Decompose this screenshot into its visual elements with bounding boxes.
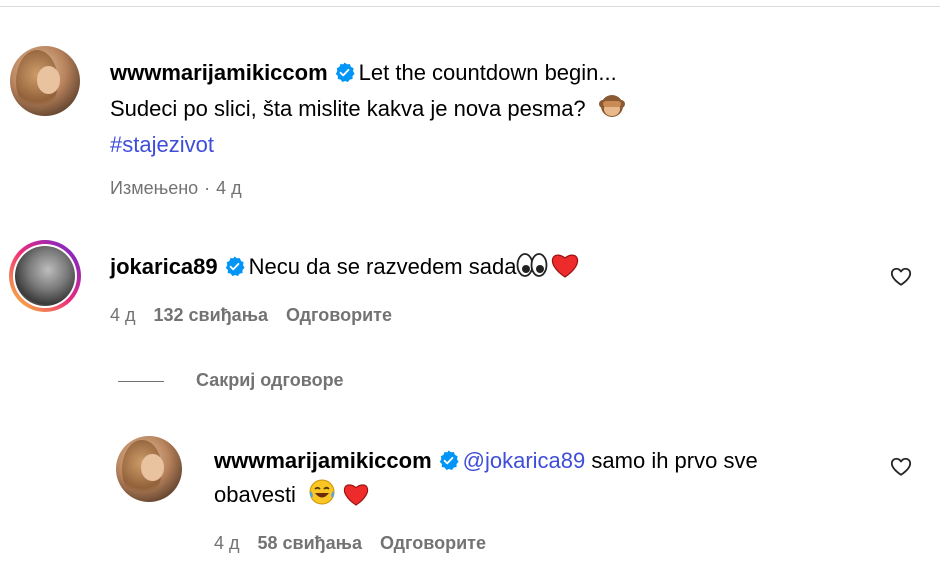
reply-text: samo ih prvo sve <box>591 448 758 473</box>
replies-divider-line <box>118 381 164 382</box>
verified-icon <box>335 62 355 83</box>
caption-meta: Измењено · 4 д <box>110 178 260 199</box>
avatar[interactable] <box>116 436 182 502</box>
hide-replies-button[interactable]: Сакриј одговоре <box>196 370 344 391</box>
timestamp[interactable]: 4 д <box>110 305 136 325</box>
caption-text: Let the countdown begin... <box>358 60 617 85</box>
like-heart-icon[interactable] <box>890 266 912 288</box>
hashtag-link[interactable]: #stajezivot <box>110 132 214 157</box>
caption-line-2: Sudeci po slici, šta mislite kakva je no… <box>110 92 626 126</box>
hashtag-line: #stajezivot <box>110 128 214 162</box>
reply-line-2: obavesti <box>214 478 370 512</box>
tears-of-joy-emoji-icon <box>309 479 335 505</box>
reply-meta: 4 д 58 свиђања Одговорите <box>214 533 504 554</box>
monkey-emoji-icon <box>598 95 625 117</box>
avatar-story-ring[interactable] <box>9 240 81 312</box>
verified-icon <box>439 450 459 471</box>
comment-meta: 4 д 132 свиђања Одговорите <box>110 305 410 326</box>
avatar[interactable] <box>10 46 80 116</box>
reply-button[interactable]: Одговорите <box>380 533 486 553</box>
username[interactable]: jokarica89 <box>110 254 218 279</box>
like-heart-icon[interactable] <box>890 456 912 478</box>
reply-button[interactable]: Одговорите <box>286 305 392 325</box>
eyes-emoji-icon <box>517 253 548 277</box>
verified-icon <box>225 256 245 277</box>
red-heart-icon <box>552 254 579 278</box>
caption-text-2: Sudeci po slici, šta mislite kakva je no… <box>110 96 586 121</box>
reply-text-2: obavesti <box>214 482 296 507</box>
mention-link[interactable]: @jokarica89 <box>463 448 586 473</box>
timestamp[interactable]: 4 д <box>214 533 240 553</box>
comment-text: Necu da se razvedem sada <box>248 254 517 279</box>
caption-line-1: wwwmarijamikiccom Let the countdown begin… <box>110 56 617 90</box>
reply-line-1: wwwmarijamikiccom @jokarica89 samo ih prv… <box>214 444 758 478</box>
likes-count[interactable]: 58 свиђања <box>258 533 363 553</box>
meta-separator: · <box>204 178 211 198</box>
likes-count[interactable]: 132 свиђања <box>154 305 269 325</box>
username[interactable]: wwwmarijamikiccom <box>110 60 328 85</box>
top-divider <box>0 6 940 7</box>
timestamp[interactable]: 4 д <box>216 178 242 198</box>
username[interactable]: wwwmarijamikiccom <box>214 448 432 473</box>
edited-label: Измењено <box>110 178 199 198</box>
red-heart-icon <box>344 484 369 506</box>
comment-line: jokarica89 Necu da se razvedem sada <box>110 250 580 284</box>
